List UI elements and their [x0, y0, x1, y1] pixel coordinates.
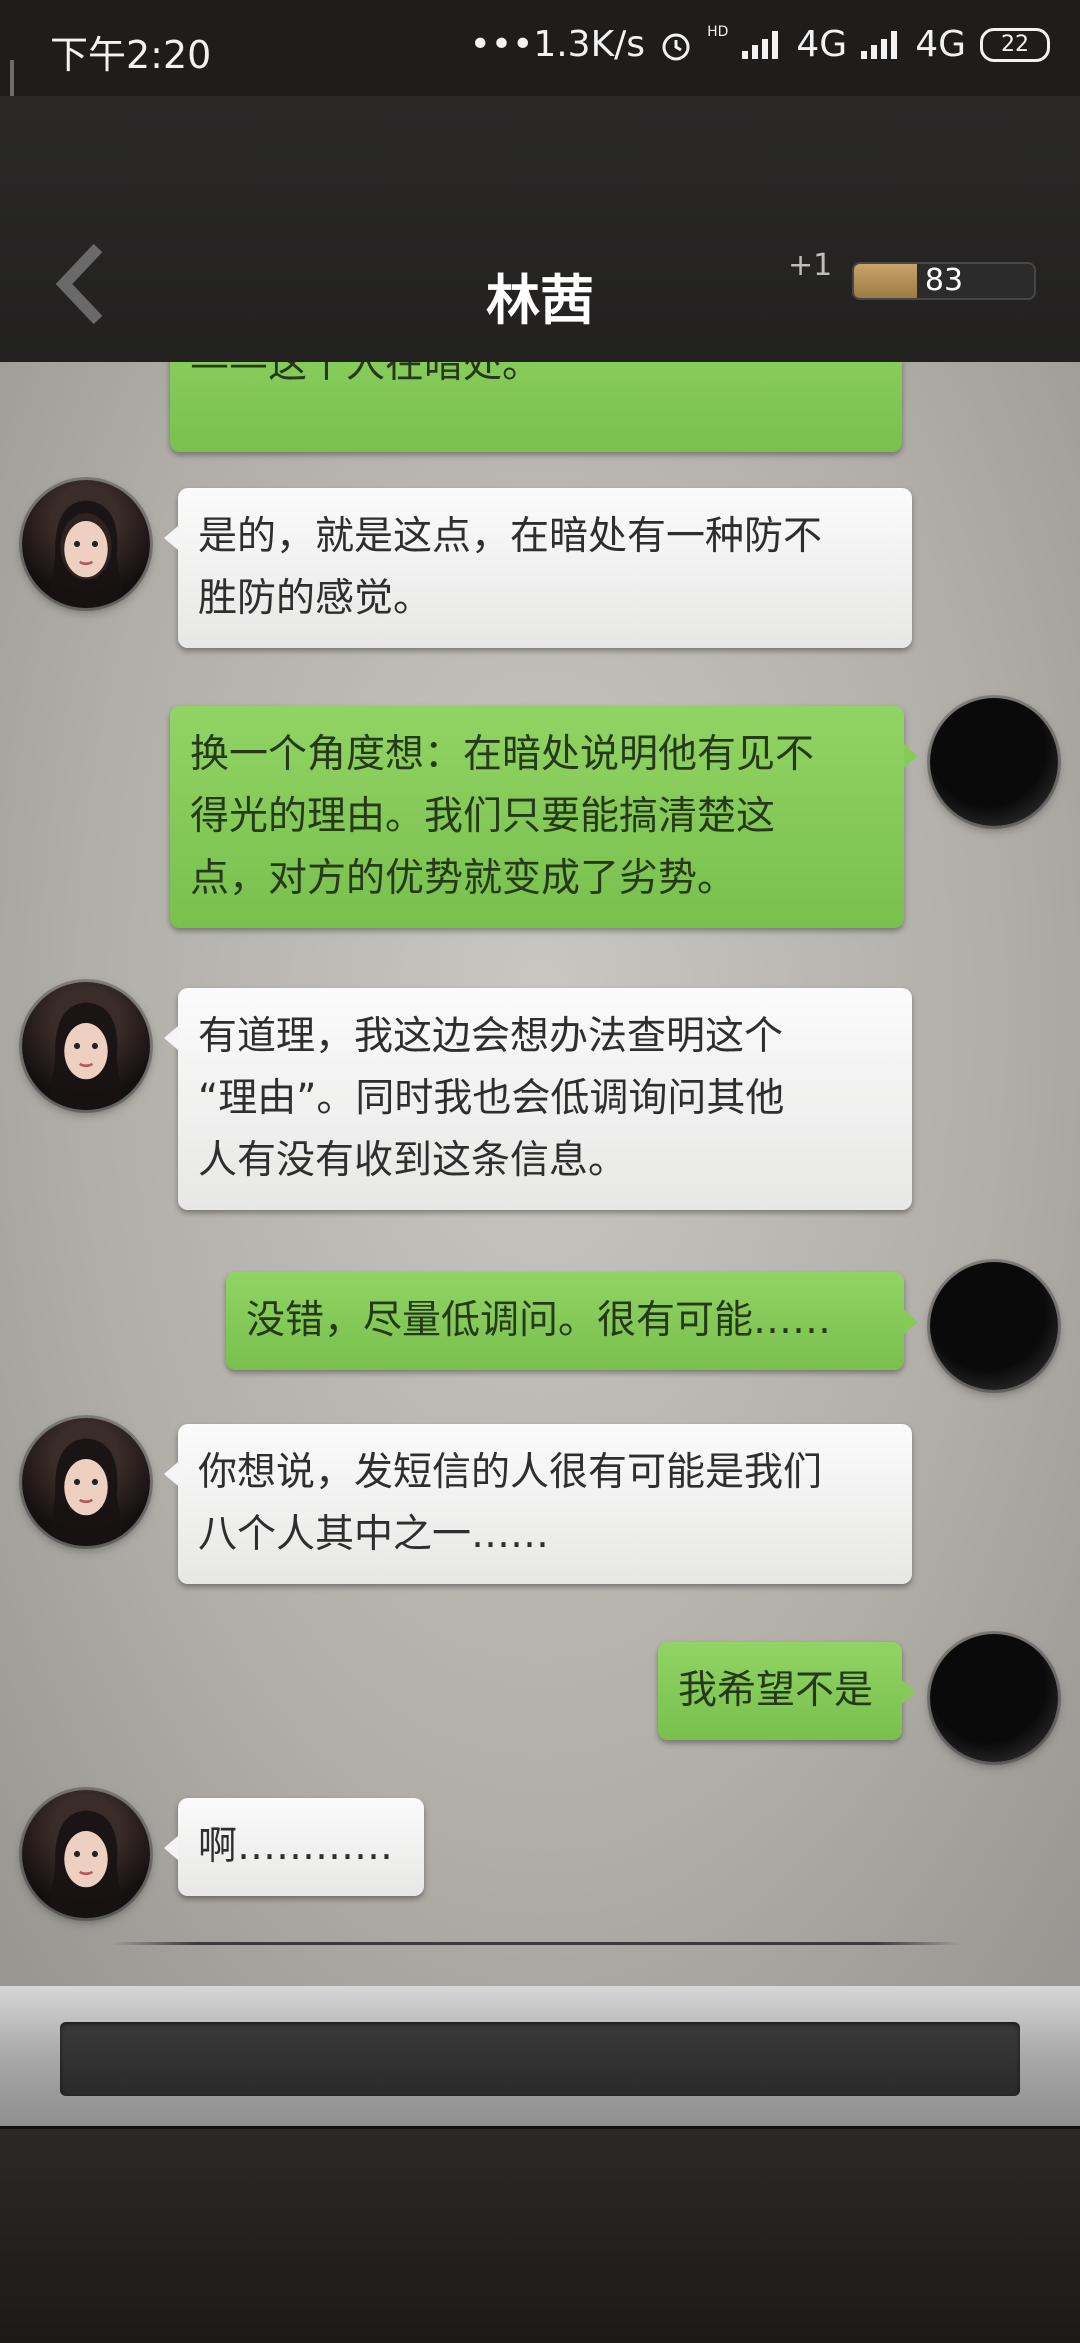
signal-icon: [742, 30, 782, 59]
message-bubble-right: 换一个角度想：在暗处说明他有见不 得光的理由。我们只要能搞清楚这 点，对方的优势…: [170, 706, 918, 928]
network-speed: •••1.3K/s: [469, 24, 646, 65]
user-avatar[interactable]: [930, 1262, 1058, 1390]
status-time: 下午2:20: [50, 33, 212, 77]
signal-icon-2: [861, 30, 901, 59]
carrier-1: 4G: [796, 24, 848, 65]
chat-area[interactable]: ——这个人在暗处。 是的，就是这点，在暗处有一种防不 胜防的感觉。 换一个角度想…: [0, 362, 1080, 1986]
message-bubble-right: 没错，尽量低调问。很有可能……: [226, 1272, 918, 1370]
progress-value: 83: [924, 263, 964, 298]
carrier-2: 4G: [915, 24, 966, 65]
contact-avatar[interactable]: [22, 480, 150, 608]
message-bubble-left: 你想说，发短信的人很有可能是我们 八个人其中之一……: [164, 1424, 912, 1584]
message-bubble-right: 我希望不是: [658, 1642, 916, 1740]
contact-avatar[interactable]: [22, 982, 150, 1110]
favor-progress-bar: 83: [852, 262, 1036, 300]
message-bubble-left: 啊…………: [164, 1798, 424, 1896]
hd-label: HD: [707, 24, 729, 40]
bottom-panel: [0, 2126, 1080, 2343]
user-avatar[interactable]: [930, 1634, 1058, 1762]
message-bubble-left: 有道理，我这边会想办法查明这个 “理由”。同时我也会低调询问其他 人有没有收到这…: [164, 988, 912, 1210]
chat-header: 林茜 +1: [0, 96, 1080, 366]
alarm-icon: [662, 33, 690, 60]
plus-indicator: +1: [788, 248, 833, 283]
contact-avatar[interactable]: [22, 1418, 150, 1546]
chat-divider: [112, 1942, 960, 1945]
battery-icon: 22: [980, 27, 1050, 62]
message-bubble-right: ——这个人在暗处。: [170, 362, 916, 452]
contact-avatar[interactable]: [22, 1790, 150, 1918]
status-icons: •••1.3K/s HD 4G 4G 22: [470, 24, 1050, 65]
status-bar: 下午2:20 •••1.3K/s HD 4G 4G 22: [0, 0, 1080, 96]
input-bar: [0, 1986, 1080, 2126]
message-bubble-left: 是的，就是这点，在暗处有一种防不 胜防的感觉。: [164, 488, 912, 648]
user-avatar[interactable]: [930, 698, 1058, 826]
message-input[interactable]: [60, 2022, 1020, 2096]
